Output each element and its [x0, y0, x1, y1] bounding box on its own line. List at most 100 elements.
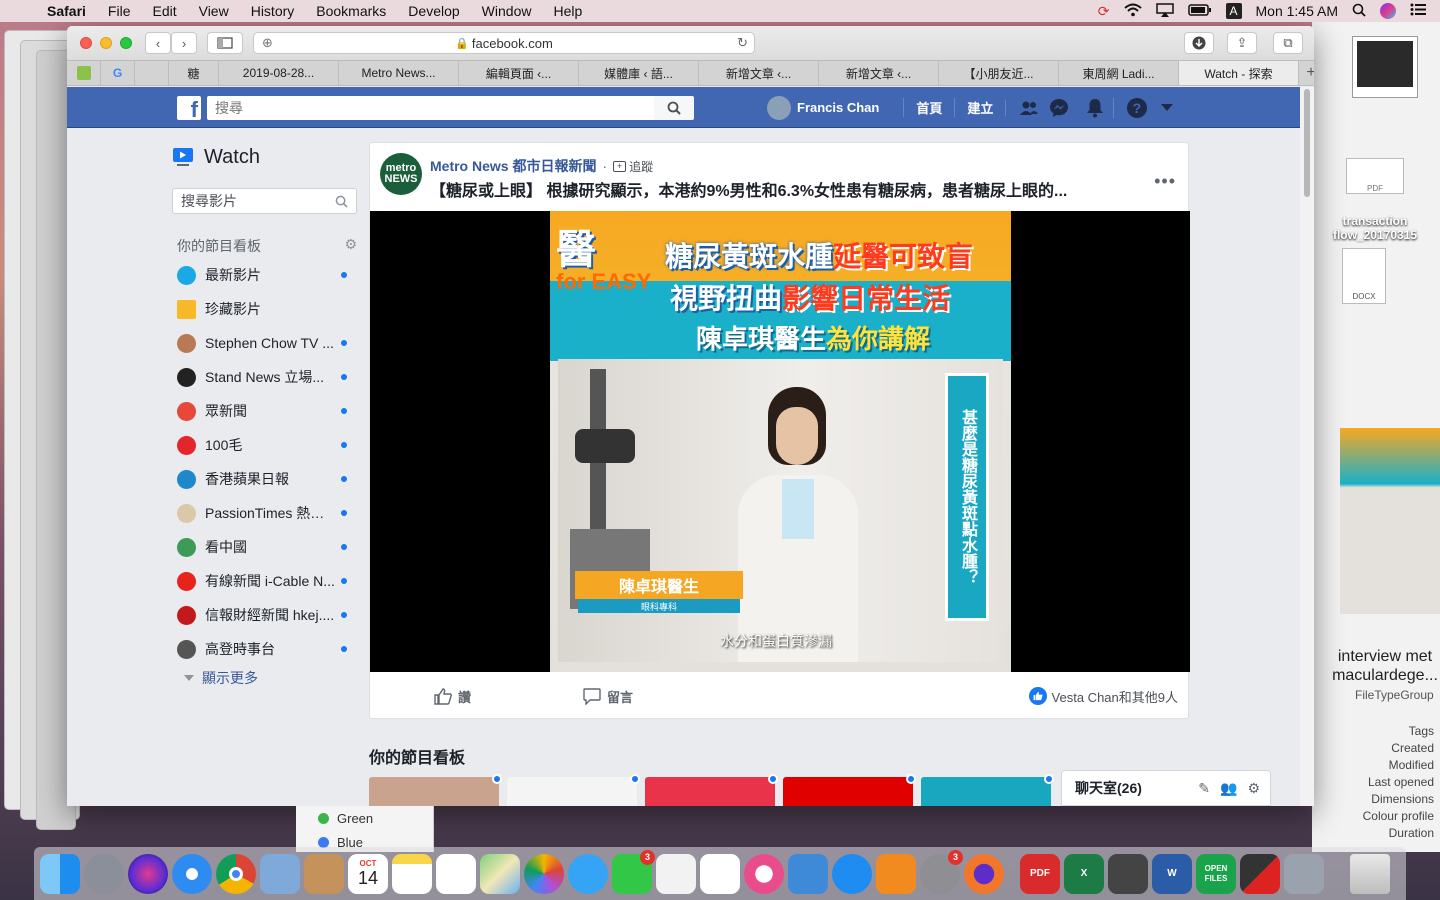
chat-bar[interactable]: 聊天室(26) ✎ 👥 ⚙ [1061, 770, 1271, 806]
chat-settings-gear-icon[interactable]: ⚙ [1247, 780, 1260, 797]
tab[interactable]: 糖 [169, 61, 219, 85]
menu-window[interactable]: Window [471, 3, 543, 19]
facetime-icon[interactable]: 3 [612, 849, 655, 894]
ibooks-icon[interactable] [876, 853, 916, 894]
sidebar-item[interactable]: 高登時事台 [172, 632, 362, 666]
downloads-button[interactable] [1184, 32, 1214, 54]
menu-edit[interactable]: Edit [141, 3, 187, 19]
forward-button[interactable]: › [171, 32, 197, 54]
notifications-bell-icon[interactable] [1077, 98, 1113, 118]
excel-icon[interactable]: X [1064, 853, 1104, 894]
launchpad-icon[interactable] [84, 853, 124, 894]
comment-button[interactable]: 留言 [583, 687, 633, 706]
back-button[interactable]: ‹ [145, 32, 171, 54]
post-title[interactable]: 【糖尿或上眼】 根據研究顯示，本港約9%男性和6.3%女性患有糖尿病，患者糖尿上… [430, 177, 1130, 201]
facebook-logo-icon[interactable]: f [177, 96, 201, 122]
tab[interactable]: 【小朋友近... [939, 61, 1059, 85]
more-options-icon[interactable]: ••• [1154, 171, 1176, 192]
reload-icon[interactable]: ↻ [737, 35, 748, 51]
show-tile[interactable] [783, 774, 916, 806]
facebook-search-button[interactable] [654, 96, 694, 120]
group-icon[interactable]: 👥 [1220, 780, 1237, 797]
tab[interactable]: 東周網 Ladi... [1059, 61, 1179, 85]
sidebar-item[interactable]: 100毛 [172, 428, 362, 462]
tab[interactable]: 新增文章 ‹... [699, 61, 819, 85]
tab[interactable]: 編輯頁面 ‹... [459, 61, 579, 85]
sidebar-item[interactable]: 看中國 [172, 530, 362, 564]
clock[interactable]: Mon 1:45 AM [1256, 3, 1339, 19]
tab-active[interactable]: Watch - 探索 [1179, 61, 1299, 85]
airplay-icon[interactable] [1155, 2, 1174, 20]
spotlight-icon[interactable] [1352, 3, 1366, 20]
sidebar-item[interactable]: 眾新聞 [172, 394, 362, 428]
show-tile[interactable] [369, 774, 502, 806]
app-icon[interactable] [1240, 853, 1280, 894]
sidebar-item[interactable]: PassionTimes 熱血... [172, 496, 362, 530]
finder-icon[interactable] [40, 853, 80, 894]
page-scrollbar[interactable] [1300, 87, 1314, 806]
show-tile[interactable] [645, 774, 778, 806]
desktop-file-thumbnail[interactable] [1352, 36, 1418, 98]
menu-bookmarks[interactable]: Bookmarks [305, 3, 397, 19]
contacts-icon[interactable] [304, 853, 344, 894]
show-tile[interactable] [507, 774, 640, 806]
desktop-file-docx[interactable]: DOCX [1342, 248, 1386, 304]
sidebar-item[interactable]: 珍藏影片 [172, 292, 362, 326]
tab-overview-button[interactable]: ⧉ [1273, 32, 1303, 54]
itunes-icon[interactable] [744, 853, 784, 894]
menu-history[interactable]: History [240, 3, 306, 19]
zoom-button[interactable] [120, 37, 132, 49]
sync-icon[interactable]: ⟳ [1098, 3, 1110, 20]
open-files-icon[interactable]: OPEN FILES [1196, 853, 1236, 894]
profile-link[interactable]: Francis Chan [767, 95, 903, 120]
tab[interactable]: 新增文章 ‹... [819, 61, 939, 85]
account-menu-icon[interactable] [1149, 103, 1185, 112]
sidebar-item[interactable]: 最新影片 [172, 258, 362, 292]
like-summary[interactable]: Vesta Chan和其他9人 [1028, 687, 1178, 706]
maps-icon[interactable] [480, 853, 520, 894]
menu-help[interactable]: Help [542, 3, 593, 19]
sidebar-toggle-button[interactable] [207, 32, 243, 54]
video-search-input[interactable]: 搜尋影片 [172, 188, 357, 214]
desktop-file-pdf[interactable]: PDF [1340, 158, 1410, 194]
printer-icon[interactable] [1108, 853, 1148, 894]
sidebar-item[interactable]: Stand News 立場... [172, 360, 362, 394]
reminders-icon[interactable] [436, 853, 476, 894]
keynote-icon[interactable] [788, 853, 828, 894]
siri-icon[interactable] [128, 853, 168, 894]
scrollbar-thumb[interactable] [1304, 89, 1310, 197]
textedit-icon[interactable] [656, 853, 696, 894]
pinned-tab-google[interactable]: G [101, 61, 135, 85]
system-preferences-icon[interactable]: 3 [920, 849, 963, 894]
settings-gear-icon[interactable]: ⚙ [344, 236, 357, 256]
firefox-icon[interactable] [964, 853, 1004, 894]
photos-icon[interactable] [524, 853, 564, 894]
notes-icon[interactable] [392, 853, 432, 894]
nav-create[interactable]: 建立 [954, 98, 1005, 117]
menu-file[interactable]: File [97, 3, 142, 19]
page-avatar[interactable]: metro NEWS [380, 153, 422, 195]
new-tab-button[interactable]: + [1299, 61, 1314, 85]
notification-center-icon[interactable] [1410, 3, 1426, 19]
show-more-link[interactable]: 顯示更多 [172, 668, 362, 688]
image-capture-icon[interactable] [1284, 853, 1324, 894]
sidebar-item[interactable]: 香港蘋果日報 [172, 462, 362, 496]
sidebar-item[interactable]: 有線新聞 i-Cable N... [172, 564, 362, 598]
messenger-icon[interactable] [1041, 98, 1077, 118]
watch-heading[interactable]: Watch [172, 142, 362, 172]
follow-button[interactable]: + 追蹤 [613, 158, 653, 175]
input-source-icon[interactable]: A [1225, 3, 1242, 19]
tag-green[interactable]: Green [296, 806, 433, 830]
app-store-icon[interactable] [832, 853, 872, 894]
numbers-icon[interactable] [700, 853, 740, 894]
menu-app-name[interactable]: Safari [36, 3, 97, 19]
compose-icon[interactable]: ✎ [1198, 780, 1210, 797]
battery-icon[interactable] [1187, 3, 1212, 19]
tab[interactable]: 媒體庫 ‹ 語... [579, 61, 699, 85]
menu-develop[interactable]: Develop [397, 3, 470, 19]
show-tile[interactable] [921, 774, 1054, 806]
facebook-search-input[interactable] [207, 96, 654, 120]
video-player[interactable]: 醫 for EASY 糖尿黃斑水腫延醫可致盲 視野扭曲影響日常生活 陳卓琪醫生為… [370, 211, 1190, 672]
pdf-app-icon[interactable]: PDF [1020, 853, 1060, 894]
sidebar-item[interactable]: Stephen Chow TV ... [172, 326, 362, 360]
